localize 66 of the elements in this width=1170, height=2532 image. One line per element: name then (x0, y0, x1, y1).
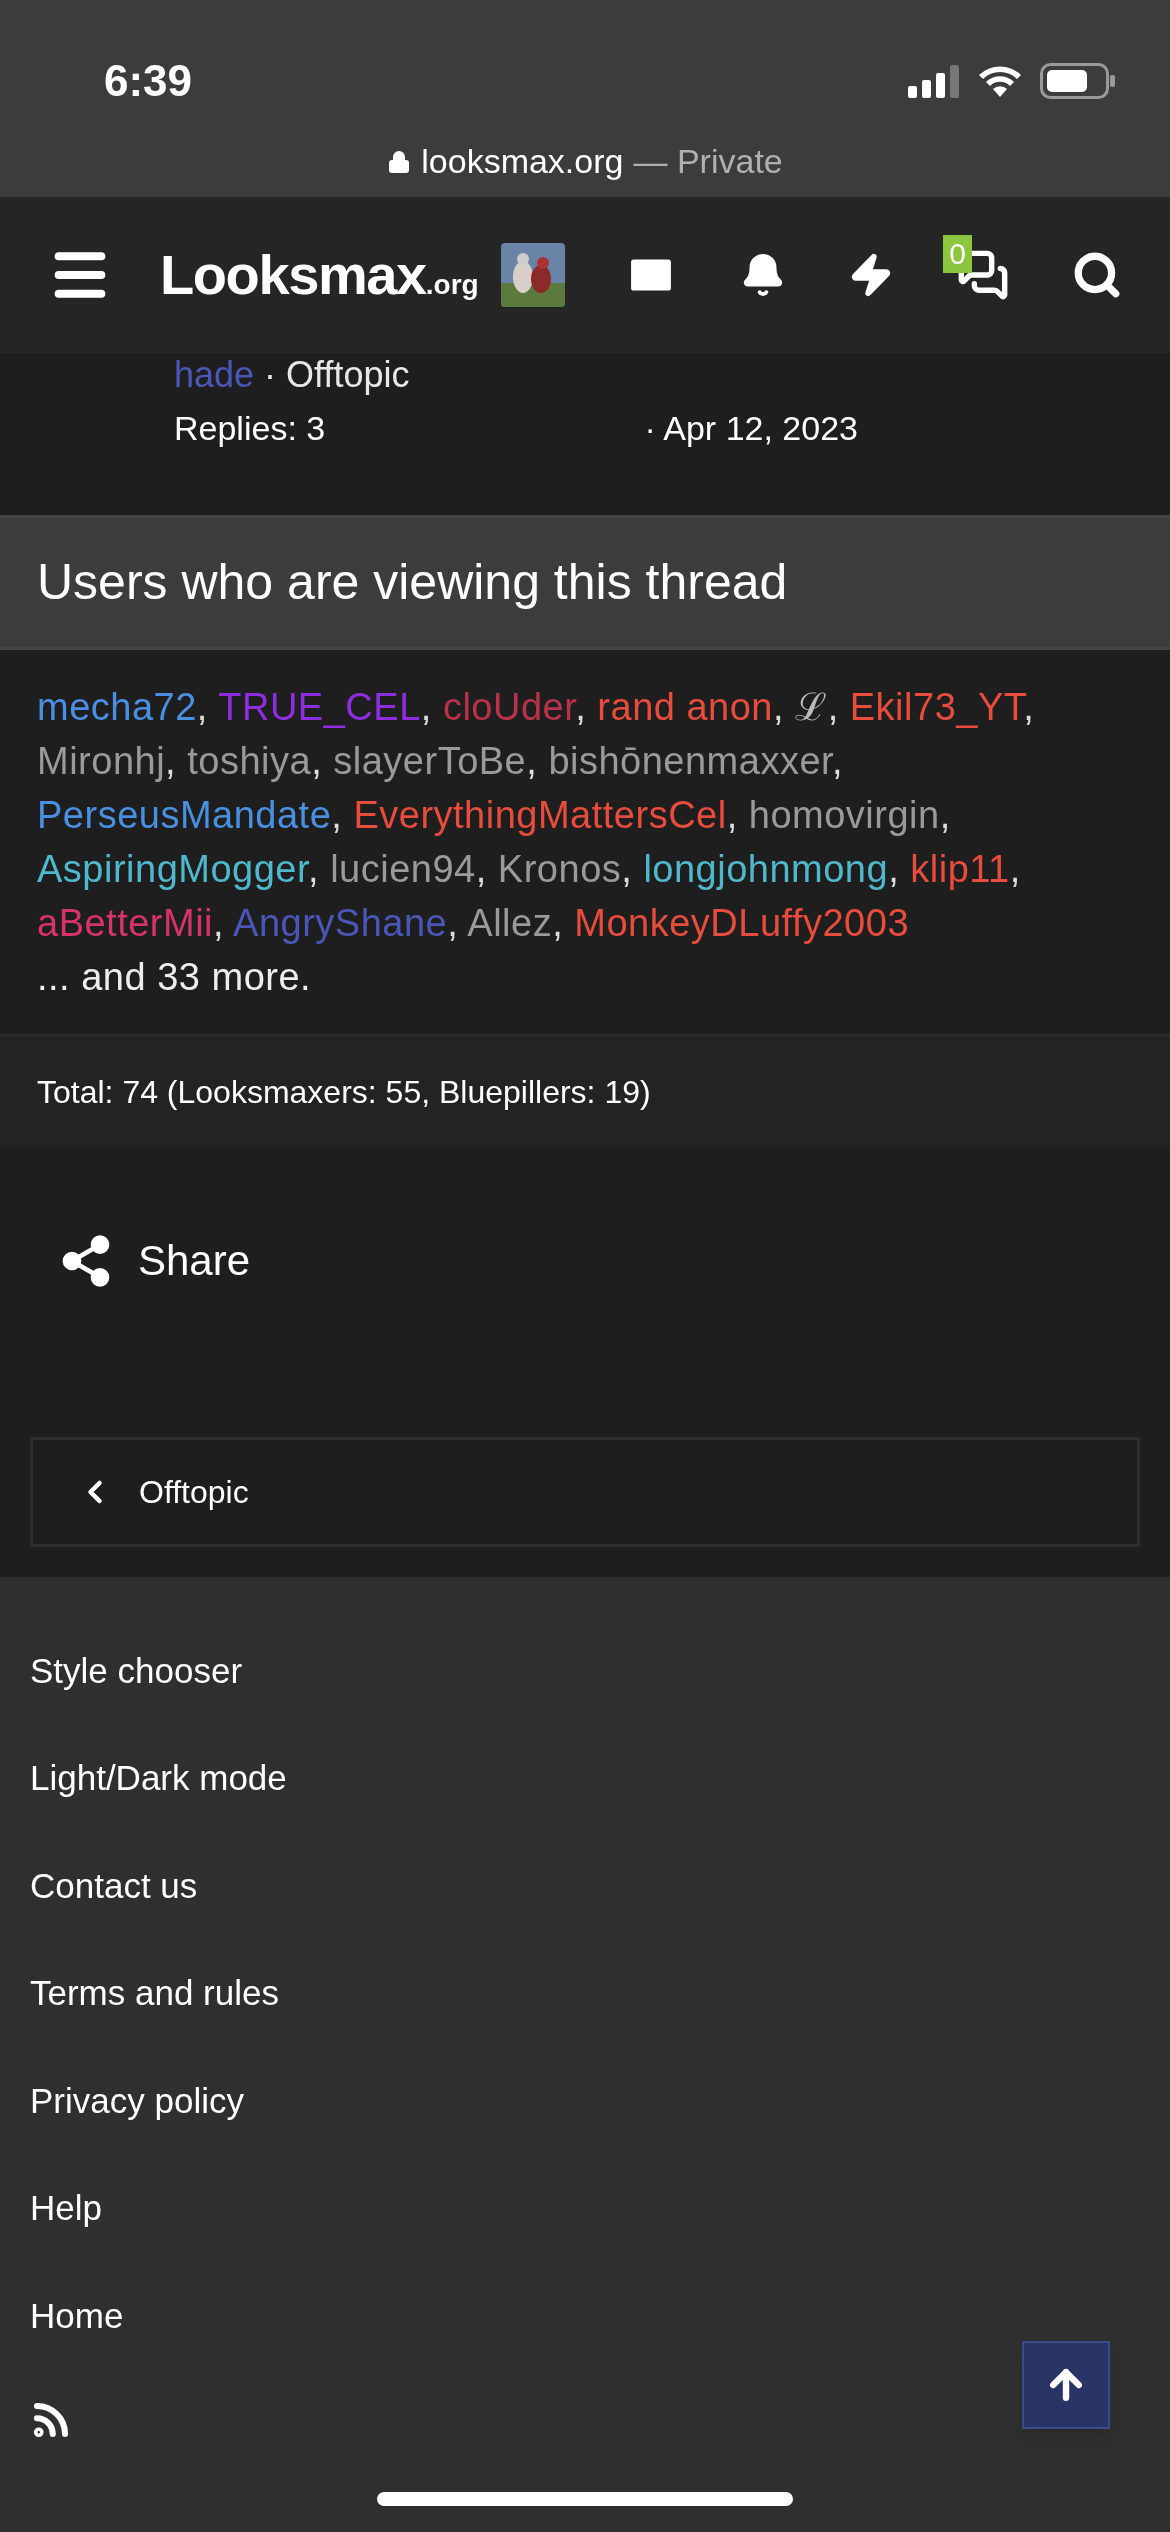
username-link[interactable]: rand anon (597, 686, 773, 728)
username-link[interactable]: AspiringMogger (37, 848, 309, 890)
separator-text: , (331, 794, 344, 836)
username-link[interactable]: PerseusMandate (37, 794, 332, 836)
separator-text: , (773, 686, 786, 728)
thread-date: · Apr 12, 2023 (644, 408, 858, 449)
separator-text: , (196, 686, 209, 728)
username-link[interactable]: mecha72 (37, 686, 197, 728)
username-link[interactable]: Mironhj (37, 740, 166, 782)
username-link[interactable]: slayerToBe (333, 740, 527, 782)
battery-icon (1040, 63, 1116, 99)
total-viewers-text: Total: 74 (Looksmaxers: 55, Bluepillers: 19) (37, 1073, 651, 1112)
signal-icon (908, 64, 960, 98)
username-link[interactable]: bishōnenmaxxer (548, 740, 833, 782)
username-link[interactable]: Kronos (497, 848, 622, 890)
username-link[interactable]: klip11 (910, 848, 1010, 890)
section-title: Users who are viewing this thread (37, 553, 788, 612)
username-link[interactable]: Ekil73_YT (849, 686, 1024, 728)
footer-link[interactable]: Help (30, 2182, 102, 2235)
username-link[interactable]: toshiya (187, 740, 312, 782)
username-link[interactable]: ℒ (795, 686, 828, 728)
username-link[interactable]: MonkeyDLuffy2003 (574, 902, 909, 944)
separator-text: , (832, 740, 844, 782)
separator-text: , (726, 794, 739, 836)
username-link[interactable]: Allez (467, 902, 553, 944)
scroll-to-top-button[interactable] (1022, 2341, 1110, 2429)
footer-link[interactable]: Privacy policy (30, 2074, 244, 2127)
logo-suffix[interactable]: .org (425, 264, 479, 306)
separator-text: , (447, 902, 460, 944)
share-button[interactable]: Share (58, 1229, 251, 1292)
separator-text: , (526, 740, 539, 782)
separator-text: , (827, 686, 840, 728)
status-time: 6:39 (104, 55, 193, 107)
more-users-text: ... and 33 more. (37, 955, 313, 1000)
footer-link[interactable]: Contact us (30, 1859, 198, 1912)
breadcrumb-link[interactable]: Offtopic (30, 1437, 1140, 1547)
chat-badge: 0 (943, 235, 972, 273)
separator-text: , (888, 848, 901, 890)
username-link[interactable]: longjohnmong (643, 848, 889, 890)
separator-text: , (1009, 848, 1021, 890)
separator-text: , (552, 902, 565, 944)
separator-text: , (939, 794, 951, 836)
separator-text: , (621, 848, 634, 890)
username-link[interactable]: lucien94 (330, 848, 476, 890)
separator-text: , (1023, 686, 1035, 728)
search-icon[interactable] (1072, 250, 1122, 300)
replies-count: Replies: 3 (174, 408, 326, 449)
separator-text: , (308, 848, 321, 890)
separator-text: , (213, 902, 226, 944)
thread-forum[interactable]: · Offtopic (264, 355, 410, 395)
username-link[interactable]: EverythingMattersCel (353, 794, 727, 836)
footer-link[interactable]: Light/Dark mode (30, 1752, 287, 1805)
separator-text: , (165, 740, 178, 782)
separator-text: , (475, 848, 488, 890)
footer-link[interactable]: Terms and rules (30, 1967, 279, 2020)
footer-link[interactable]: Style chooser (30, 1644, 243, 1697)
footer-link[interactable]: Home (30, 2289, 124, 2342)
lock-icon (387, 149, 412, 174)
username-link[interactable]: aBetterMii (37, 902, 214, 944)
private-label: — Private (633, 141, 783, 182)
site-logo[interactable]: Looksmax (160, 233, 426, 317)
separator-text: , (575, 686, 588, 728)
url-domain[interactable]: looksmax.org (421, 136, 624, 187)
username-link[interactable]: homovirgin (748, 794, 940, 836)
separator-text: , (420, 686, 433, 728)
separator-text: , (311, 740, 324, 782)
